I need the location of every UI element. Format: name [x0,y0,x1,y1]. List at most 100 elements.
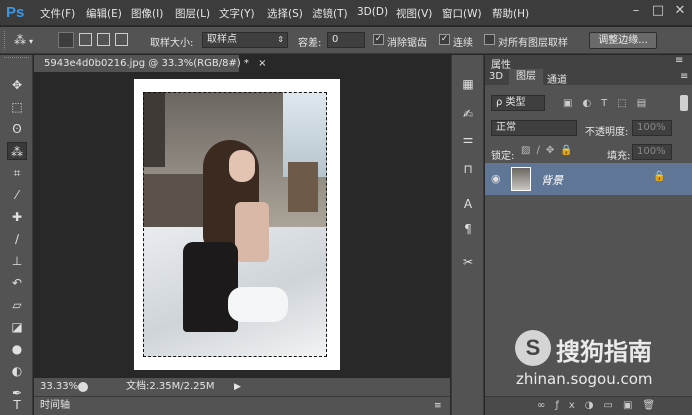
sample-size-label: 取样大小: [150,38,194,49]
tab-channels[interactable]: 通道 [547,71,567,86]
contiguous-label: 连续 [453,38,473,49]
lock-icons[interactable]: ▨∕✥🔒 [521,145,579,156]
paint-bucket-tool-icon[interactable]: ◪ [7,318,27,336]
document-tab-title: 5943e4d0b0216.jpg @ 33.3%(RGB/8#) * [44,58,249,69]
canvas-area[interactable] [34,72,450,378]
filter-type-select[interactable]: ρ 类型 [491,95,545,111]
blend-mode-select[interactable]: 正常 [491,120,577,136]
antialias-label: 消除锯齿 [387,38,427,49]
dodge-tool-icon[interactable]: ◐ [7,362,27,380]
history-panel-icon[interactable]: ▦ [458,75,478,93]
options-grip [4,31,8,50]
menu-image[interactable]: 图像(I) [131,6,163,21]
menu-select[interactable]: 选择(S) [267,6,303,21]
collapsed-panels: ▦ ✍ ⚌ ⊓ A ¶ ✂ [451,55,484,415]
document-tab[interactable]: 5943e4d0b0216.jpg @ 33.3%(RGB/8#) * × [34,55,266,72]
menu-window[interactable]: 窗口(W) [442,6,482,21]
panel-menu-icon[interactable]: ≡ [680,71,688,82]
brush-presets-icon[interactable]: ⚌ [458,130,478,148]
zoom-level[interactable]: 33.33% [40,378,78,396]
magic-wand-tool-icon[interactable]: ⁂ [7,142,27,160]
tool-presets-icon[interactable]: ✂ [458,253,478,271]
brush-tool-icon[interactable]: ∕ [7,230,27,248]
document-canvas[interactable] [134,79,340,370]
watermark-url: zhinan.sogou.com [516,370,653,388]
sample-size-select[interactable]: 取样点 ⇕ [202,32,288,48]
layer-name[interactable]: 背景 [541,172,563,188]
eyedropper-tool-icon[interactable]: ⁄ [7,186,27,204]
tab-layers[interactable]: 图层 [509,69,543,85]
tools-panel: ✥ ⬚ ʘ ⁂ ⌗ ⁄ ✚ ∕ ⊥ ↶ ▱ ◪ ● ◐ ✒ T [0,55,33,415]
layer-row-background[interactable]: ◉ 背景 🔒 [485,163,692,195]
panel-collapse-icon[interactable]: ≡ [675,55,683,66]
tolerance-label: 容差: [298,38,322,49]
info-icon[interactable] [78,382,88,392]
ps-logo: Ps [6,4,25,21]
timeline-label: 时间轴 [40,400,70,411]
updown-icon: ⇕ [277,35,284,44]
minimize-button[interactable]: – [626,2,646,20]
magic-wand-icon: ⁂ [14,33,26,47]
clone-source-icon[interactable]: ⊓ [458,160,478,178]
menu-view[interactable]: 视图(V) [396,6,432,21]
antialias-checkbox[interactable]: ✓ [373,34,384,45]
move-tool-icon[interactable]: ✥ [7,76,27,94]
opacity-label: 不透明度: [585,127,629,138]
watermark-text: 搜狗指南 [556,338,652,366]
lock-icon: 🔒 [653,171,666,182]
filter-icons[interactable]: ▣◐T⬚▤ [563,98,673,110]
paragraph-panel-icon[interactable]: ¶ [458,220,478,238]
menu-help[interactable]: 帮助(H) [492,6,529,21]
fill-input[interactable]: 100% [632,144,672,160]
menu-type[interactable]: 文字(Y) [219,6,255,21]
type-tool-icon[interactable]: T [7,396,27,414]
status-bar: 33.33% 文档:2.35M/2.25M ▶ [34,378,450,396]
tools-grip [4,57,29,62]
options-bar: ⁂ ▾ 取样大小: 取样点 ⇕ 容差: 0 ✓ 消除锯齿 ✓ 连续 对所有图层取样… [0,27,692,54]
character-panel-icon[interactable]: A [458,195,478,213]
healing-brush-tool-icon[interactable]: ✚ [7,208,27,226]
menu-file[interactable]: 文件(F) [40,6,75,21]
layers-footer-icons[interactable]: ∞ƒx◑▭▣🗑 [485,396,692,415]
menu-layer[interactable]: 图层(L) [175,6,210,21]
maximize-button[interactable]: □ [648,2,668,20]
history-brush-tool-icon[interactable]: ↶ [7,274,27,292]
lock-label: 锁定: [491,151,515,162]
eraser-tool-icon[interactable]: ▱ [7,296,27,314]
panel-tabs: 3D 图层 通道 ≡ [485,69,692,86]
all-layers-label: 对所有图层取样 [498,38,568,49]
opacity-input[interactable]: 100% [632,120,672,136]
close-window-button[interactable]: ✕ [670,2,690,20]
sample-size-value: 取样点 [207,34,237,45]
timeline-panel[interactable]: 时间轴 ≡ [34,396,450,415]
timeline-menu-icon[interactable]: ≡ [434,397,442,415]
tolerance-input[interactable]: 0 [327,32,365,48]
lasso-tool-icon[interactable]: ʘ [7,120,27,138]
menu-edit[interactable]: 编辑(E) [86,6,122,21]
blur-tool-icon[interactable]: ● [7,340,27,358]
intersect-selection-icon[interactable] [115,33,128,46]
crop-tool-icon[interactable]: ⌗ [7,164,27,182]
filter-toggle[interactable] [680,95,688,111]
refine-edge-button[interactable]: 调整边缘... [589,32,657,49]
menu-bar: Ps 文件(F) 编辑(E) 图像(I) 图层(L) 文字(Y) 选择(S) 滤… [0,0,692,26]
marquee-tool-icon[interactable]: ⬚ [7,98,27,116]
subtract-selection-icon[interactable] [97,33,110,46]
panel-header: 属性 ≡ [485,55,692,71]
status-arrow-icon[interactable]: ▶ [234,378,241,396]
eye-icon[interactable]: ◉ [491,172,501,185]
selection-marquee [143,92,327,357]
tool-preset-picker[interactable]: ⁂ ▾ [14,31,48,50]
all-layers-checkbox[interactable] [484,34,495,45]
new-selection-icon[interactable] [58,32,74,48]
brush-panel-icon[interactable]: ✍ [458,105,478,123]
menu-3d[interactable]: 3D(D) [357,6,388,18]
add-selection-icon[interactable] [79,33,92,46]
close-tab-icon[interactable]: × [258,58,266,69]
clone-stamp-tool-icon[interactable]: ⊥ [7,252,27,270]
layer-thumbnail [511,167,531,191]
contiguous-checkbox[interactable]: ✓ [439,34,450,45]
menu-filter[interactable]: 滤镜(T) [312,6,348,21]
fill-label: 填充: [607,151,631,162]
tab-3d[interactable]: 3D [489,71,503,82]
